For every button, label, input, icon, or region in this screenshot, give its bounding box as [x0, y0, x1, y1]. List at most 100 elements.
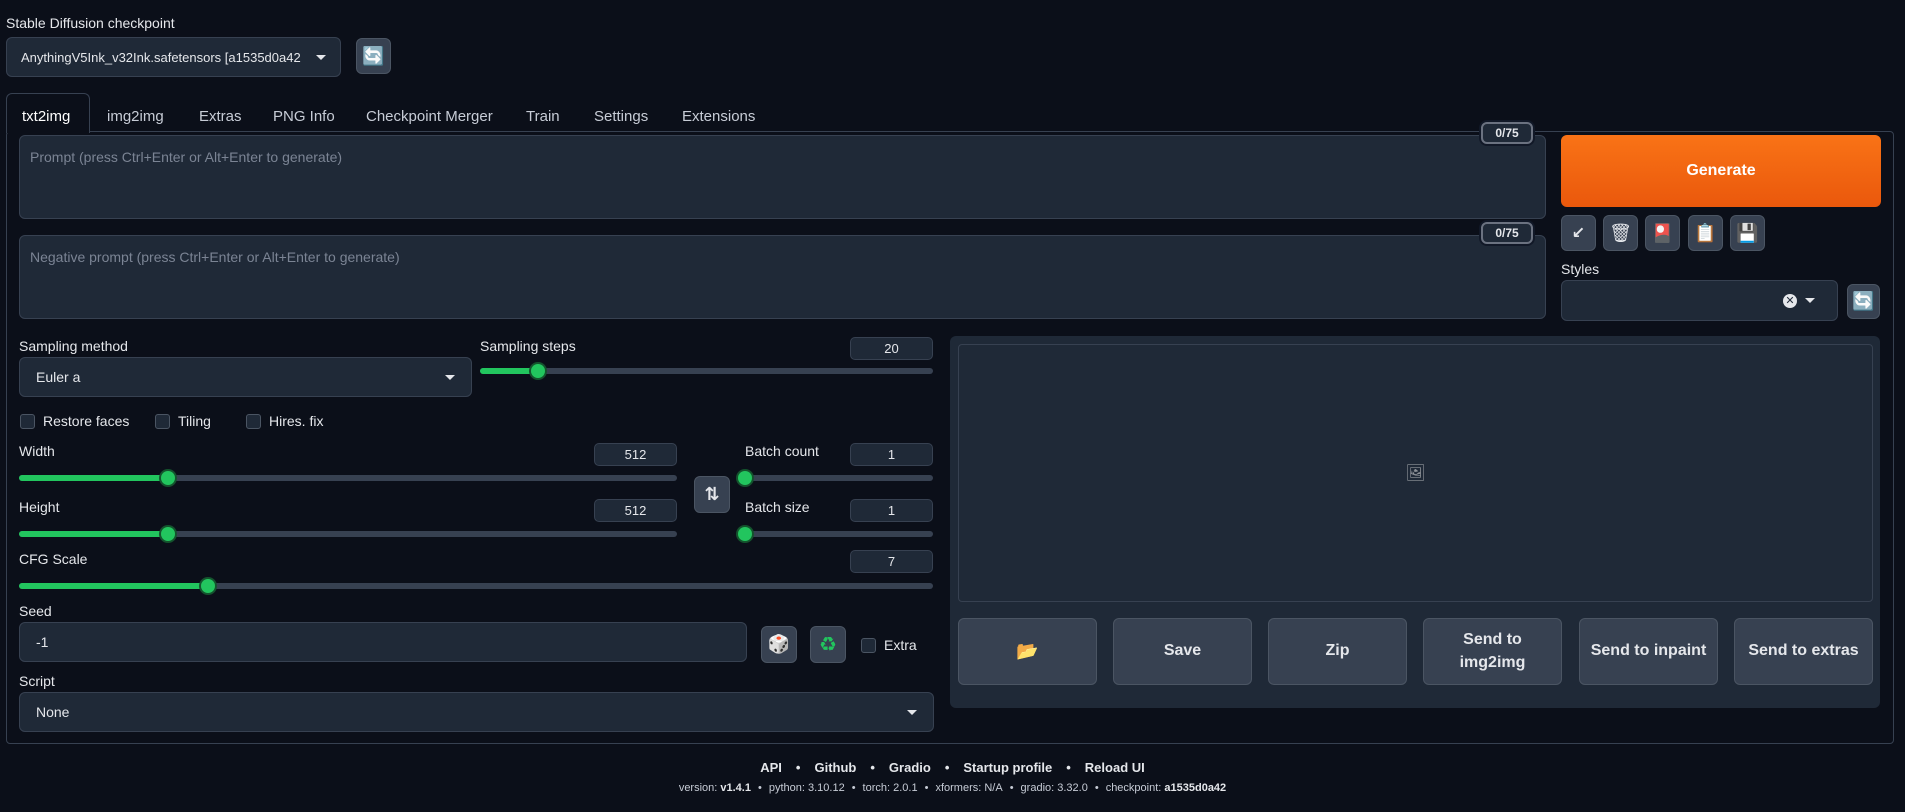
checkpoint-hash: checkpoint: a1535d0a42 [1105, 782, 1227, 794]
footer-link-reload-ui[interactable]: Reload UI [1085, 760, 1145, 775]
version-separator: • [757, 782, 762, 794]
footer-link-gradio[interactable]: Gradio [889, 760, 931, 775]
save-style-button[interactable]: 💾 [1730, 215, 1765, 251]
footer-link-api[interactable]: API [760, 760, 782, 775]
sampling-steps-label: Sampling steps [480, 338, 576, 354]
script-label: Script [19, 673, 55, 689]
footer-links: API • Github • Gradio • Startup profile … [0, 760, 1905, 775]
hires-fix-label: Hires. fix [269, 413, 324, 429]
chevron-down-icon [907, 709, 917, 715]
checkpoint-dropdown[interactable]: AnythingV5Ink_v32Ink.safetensors [a1535d… [6, 37, 341, 77]
tab-extensions[interactable]: Extensions [682, 100, 755, 132]
cfg-scale-slider[interactable] [19, 579, 933, 593]
negative-prompt-input[interactable]: Negative prompt (press Ctrl+Enter or Alt… [19, 235, 1546, 319]
version-separator: • [1009, 782, 1014, 794]
folder-icon: 📂 [1016, 640, 1039, 661]
recycle-icon: ♻ [819, 634, 837, 656]
slider-fill [19, 583, 209, 589]
random-seed-button[interactable]: 🎲 [761, 626, 797, 663]
batch-count-label: Batch count [745, 443, 819, 459]
slider-thumb[interactable] [201, 579, 216, 593]
send-to-extras-button[interactable]: Send to extras [1734, 618, 1873, 685]
slider-fill [480, 368, 538, 374]
cfg-scale-label: CFG Scale [19, 551, 88, 567]
restore-faces-checkbox[interactable] [20, 414, 35, 429]
image-gallery[interactable]: 🖼 [958, 344, 1873, 602]
seed-input[interactable]: -1 [19, 622, 747, 662]
footer-separator: • [944, 760, 950, 775]
tab-settings[interactable]: Settings [594, 100, 648, 132]
batch-count-number[interactable]: 1 [850, 443, 933, 466]
python-version: python: 3.10.12 [768, 782, 845, 794]
refresh-icon: 🔄 [362, 45, 385, 66]
batch-count-slider[interactable] [738, 471, 933, 485]
refresh-checkpoint-button[interactable]: 🔄 [356, 38, 391, 74]
chevron-down-icon [445, 374, 455, 380]
chevron-down-icon [1805, 298, 1815, 303]
height-label: Height [19, 499, 60, 515]
show-extra-networks-button[interactable]: 🎴 [1645, 215, 1680, 251]
checkpoint-value: AnythingV5Ink_v32Ink.safetensors [a1535d… [21, 49, 301, 65]
prompt-input[interactable]: Prompt (press Ctrl+Enter or Alt+Enter to… [19, 135, 1546, 219]
tab-img2img[interactable]: img2img [107, 100, 164, 132]
prompt-token-counter: 0/75 [1481, 122, 1533, 144]
batch-size-label: Batch size [745, 499, 810, 515]
width-label: Width [19, 443, 55, 459]
zip-button[interactable]: Zip [1268, 618, 1407, 685]
tiling-checkbox[interactable] [155, 414, 170, 429]
script-value: None [36, 704, 70, 720]
footer-separator: • [795, 760, 801, 775]
reuse-seed-button[interactable]: ♻ [810, 626, 846, 663]
version-text: version: v1.4.1 [678, 782, 751, 794]
xformers-version: xformers: N/A [935, 782, 1003, 794]
sampling-steps-slider[interactable] [480, 364, 933, 378]
tab-train[interactable]: Train [526, 100, 560, 132]
batch-size-number[interactable]: 1 [850, 499, 933, 522]
hires-fix-checkbox[interactable] [246, 414, 261, 429]
footer-link-github[interactable]: Github [814, 760, 856, 775]
width-number[interactable]: 512 [594, 443, 677, 466]
cfg-scale-number[interactable]: 7 [850, 550, 933, 573]
footer-link-startup-profile[interactable]: Startup profile [963, 760, 1052, 775]
clipboard-icon: 📋 [1694, 222, 1717, 243]
apply-styles-button[interactable]: 📋 [1688, 215, 1723, 251]
tab-checkpoint-merger[interactable]: Checkpoint Merger [366, 100, 493, 132]
gradio-version: gradio: 3.32.0 [1020, 782, 1088, 794]
send-to-inpaint-button[interactable]: Send to inpaint [1579, 618, 1718, 685]
tab-txt2img[interactable]: txt2img [22, 100, 70, 132]
slider-thumb[interactable] [160, 527, 175, 541]
styles-dropdown[interactable]: ✕ [1561, 280, 1838, 321]
batch-size-slider[interactable] [738, 527, 933, 541]
sampling-method-dropdown[interactable]: Euler a [19, 357, 472, 397]
sampling-steps-number[interactable]: 20 [850, 337, 933, 360]
refresh-styles-button[interactable]: 🔄 [1847, 284, 1880, 319]
swap-dimensions-button[interactable]: ⇅ [694, 476, 730, 513]
script-dropdown[interactable]: None [19, 692, 934, 732]
tab-extras[interactable]: Extras [199, 100, 242, 132]
sampling-method-label: Sampling method [19, 338, 128, 354]
slider-thumb[interactable] [738, 527, 752, 541]
slider-thumb[interactable] [160, 471, 175, 485]
sampling-method-value: Euler a [36, 369, 81, 385]
generate-button[interactable]: Generate [1561, 135, 1881, 207]
clear-icon[interactable]: ✕ [1783, 293, 1797, 308]
clear-prompt-button[interactable]: 🗑 [1603, 215, 1638, 251]
open-folder-button[interactable]: 📂 [958, 618, 1097, 685]
height-number[interactable]: 512 [594, 499, 677, 522]
slider-thumb[interactable] [738, 471, 752, 485]
card-icon: 🎴 [1651, 222, 1674, 243]
save-button[interactable]: Save [1113, 618, 1252, 685]
send-to-img2img-button[interactable]: Send to img2img [1423, 618, 1562, 685]
height-slider[interactable] [19, 527, 677, 541]
swap-arrows-icon: ⇅ [704, 484, 720, 504]
seed-label: Seed [19, 603, 52, 619]
tab-png-info[interactable]: PNG Info [273, 100, 335, 132]
trash-icon: 🗑 [1609, 222, 1632, 243]
read-params-button[interactable]: ↙ [1561, 215, 1596, 251]
floppy-disk-icon: 💾 [1736, 222, 1759, 243]
version-separator: • [851, 782, 856, 794]
image-placeholder-icon: 🖼 [1405, 465, 1426, 482]
slider-thumb[interactable] [530, 364, 545, 378]
width-slider[interactable] [19, 471, 677, 485]
extra-seed-checkbox[interactable] [861, 638, 876, 653]
